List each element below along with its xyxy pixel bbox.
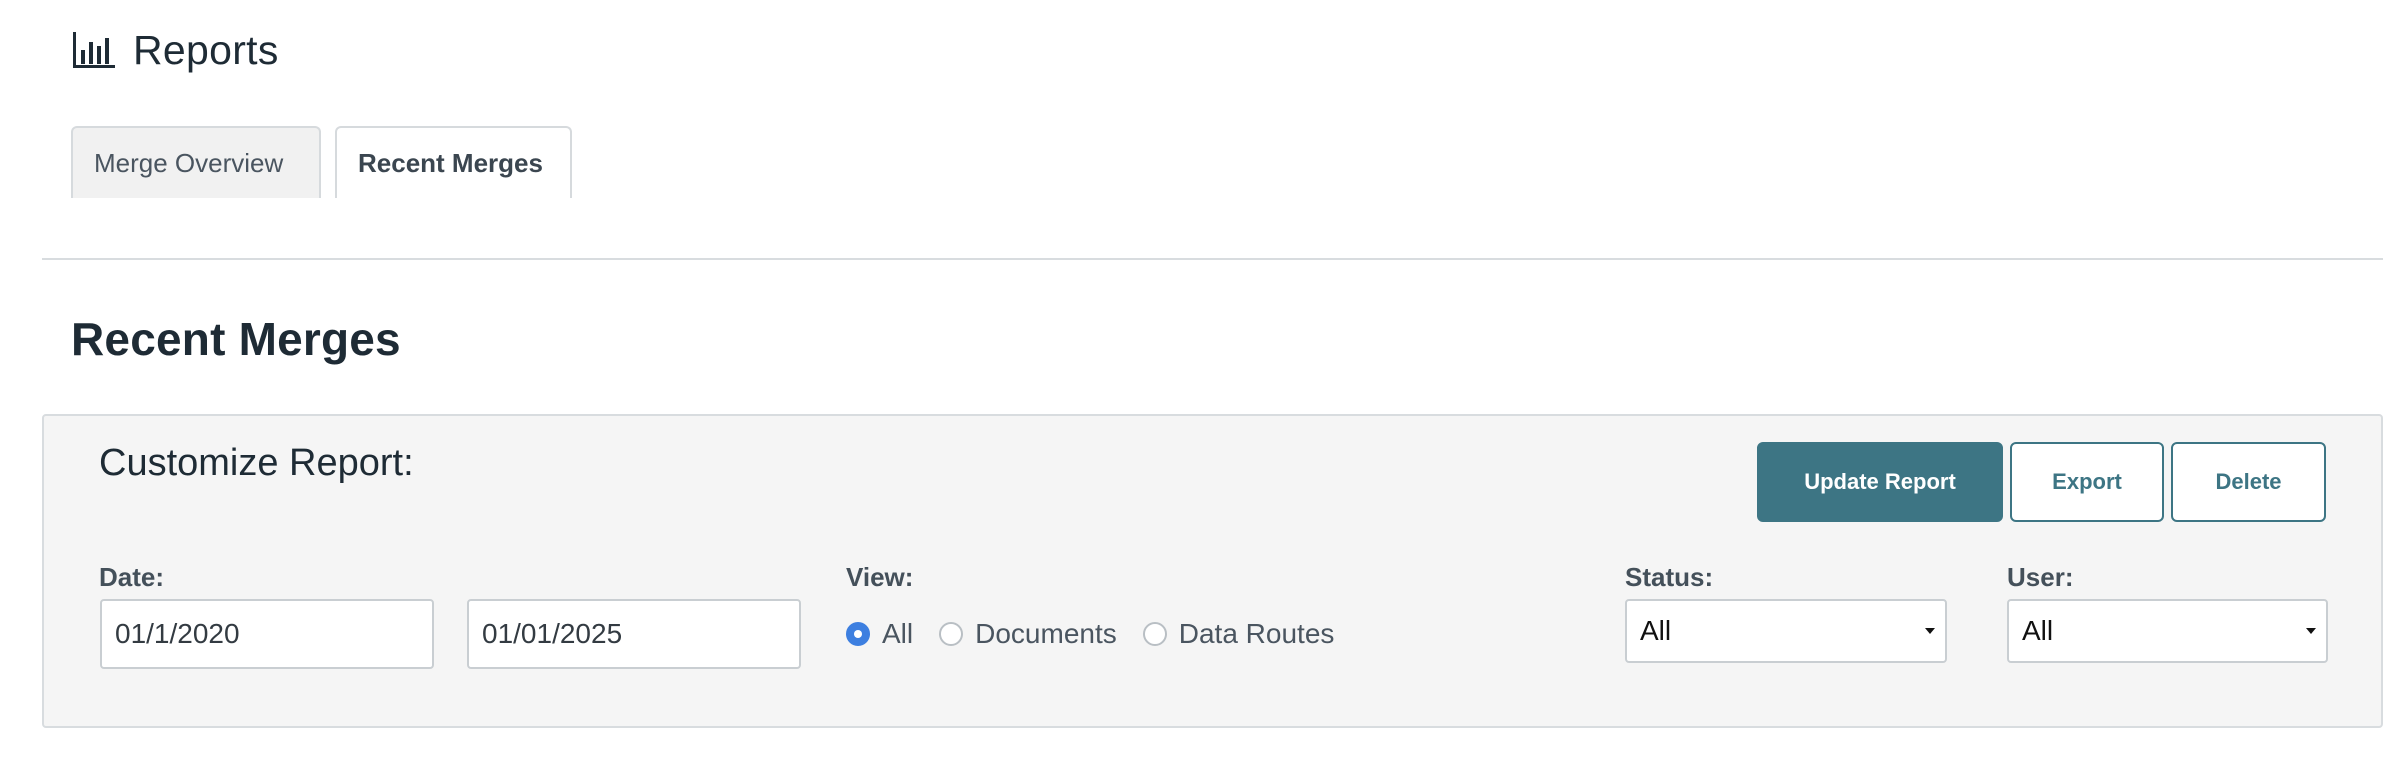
user-label: User:	[2007, 562, 2074, 592]
page-header: Reports	[71, 22, 279, 78]
bar-chart-icon	[71, 30, 117, 70]
customize-report-panel: Customize Report: Update Report Export D…	[42, 414, 2383, 728]
radio-unchecked-icon[interactable]	[1142, 622, 1167, 646]
date-label: Date:	[99, 562, 165, 592]
export-button[interactable]: Export	[2010, 442, 2164, 522]
user-select-value: All	[2022, 615, 2054, 646]
view-option-all[interactable]: All	[846, 618, 913, 650]
update-report-button[interactable]: Update Report	[1757, 442, 2003, 522]
tab-recent-merges[interactable]: Recent Merges	[335, 126, 572, 198]
user-select[interactable]: All	[2007, 599, 2328, 663]
start-date-input[interactable]	[100, 599, 434, 669]
delete-button[interactable]: Delete	[2171, 442, 2326, 522]
end-date-input[interactable]	[467, 599, 801, 669]
radio-label: All	[882, 618, 914, 649]
status-select[interactable]: All	[1625, 599, 1947, 663]
status-label: Status:	[1625, 562, 1714, 592]
view-option-documents[interactable]: Documents	[939, 618, 1117, 650]
radio-label: Data Routes	[1178, 618, 1335, 649]
view-radio-group: All Documents Data Routes	[846, 612, 1360, 656]
divider	[42, 258, 2383, 260]
status-select-value: All	[1640, 615, 1672, 646]
section-title: Recent Merges	[71, 313, 401, 365]
radio-label: Documents	[975, 618, 1117, 649]
tab-merge-overview[interactable]: Merge Overview	[71, 126, 321, 198]
panel-title: Customize Report:	[99, 442, 414, 484]
chevron-down-icon	[2306, 628, 2316, 634]
report-tabs: Merge Overview Recent Merges	[71, 126, 572, 198]
chevron-down-icon	[1925, 628, 1935, 634]
radio-unchecked-icon[interactable]	[939, 622, 964, 646]
radio-checked-icon[interactable]	[846, 622, 870, 646]
reports-page: Reports Merge Overview Recent Merges Rec…	[0, 0, 2400, 768]
view-label: View:	[846, 562, 914, 592]
page-title: Reports	[133, 26, 279, 73]
view-option-data-routes[interactable]: Data Routes	[1142, 618, 1335, 650]
